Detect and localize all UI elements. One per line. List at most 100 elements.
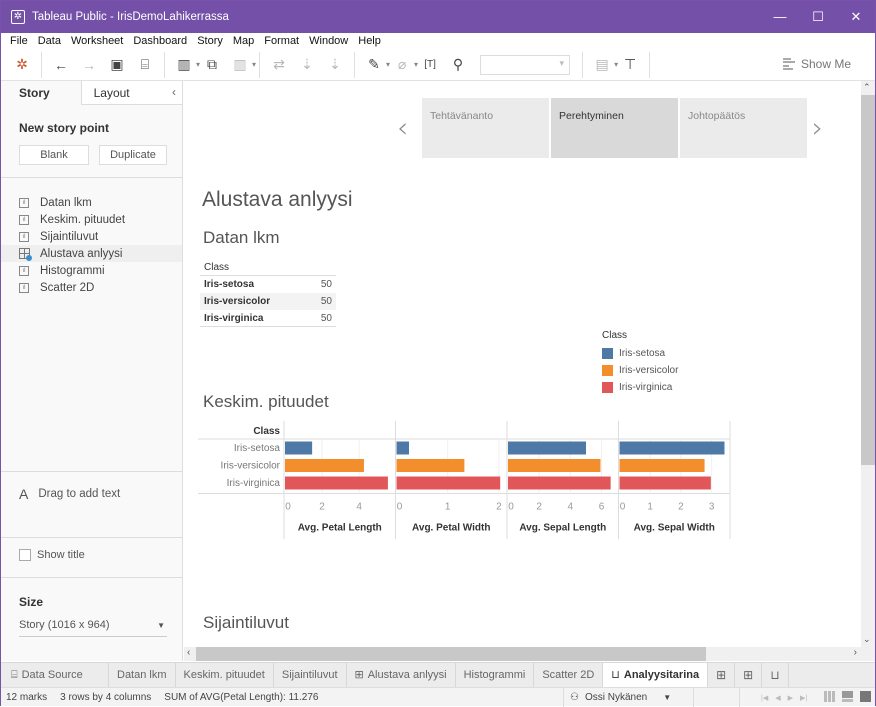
new-dashboard-tab-icon[interactable]: ⊞ <box>735 663 763 687</box>
show-me-button[interactable]: Show Me <box>782 57 851 71</box>
sheet-sorter-icon[interactable] <box>824 691 835 702</box>
tab-datan-lkm[interactable]: Datan lkm <box>109 663 176 687</box>
tab-alustava-anlyysi[interactable]: ⊞ Alustava anlyysi <box>347 663 456 687</box>
show-cards-icon[interactable]: ▤ <box>591 54 613 76</box>
menu-dashboard[interactable]: Dashboard <box>133 35 187 47</box>
show-cards-dropdown-icon[interactable]: ▾ <box>614 60 618 69</box>
size-dropdown[interactable]: Story (1016 x 964) ▼ <box>19 619 167 637</box>
story-point-johtopaatos[interactable]: Johtopäätös <box>680 98 807 158</box>
legend-title: Class <box>602 330 628 341</box>
bar-iris-setosa <box>619 441 725 455</box>
horizontal-scrollbar[interactable]: ‹ › <box>184 647 875 661</box>
group-members-icon[interactable]: ⌀ <box>391 54 413 76</box>
checkbox-icon[interactable] <box>19 549 31 561</box>
scroll-up-icon[interactable]: ⌃ <box>863 82 871 93</box>
user-icon: ⚇ <box>570 692 579 703</box>
clear-sheet-dropdown-icon[interactable]: ▾ <box>252 60 256 69</box>
collapse-sidebar-icon[interactable]: ‹ <box>172 85 176 99</box>
highlight-dropdown-icon[interactable]: ▾ <box>386 60 390 69</box>
chevron-down-icon: ▼ <box>663 693 672 702</box>
sheet-item[interactable]: ıl Histogrammi <box>1 262 182 279</box>
tableau-home-icon[interactable]: ✲ <box>11 54 33 76</box>
new-worksheet-icon[interactable]: ▥ <box>173 54 195 76</box>
fix-axes-pin-icon[interactable]: ⚲ <box>447 54 469 76</box>
sheet-item[interactable]: Alustava anlyysi <box>1 245 182 262</box>
scroll-left-icon[interactable]: ‹ <box>187 647 190 658</box>
sheet-item[interactable]: ıl Sijaintiluvut <box>1 228 182 245</box>
sheet-list: ıl Datan lkm ıl Keskim. pituudet ıl Sijaint… <box>1 178 182 296</box>
previous-story-point-icon[interactable]: ‹ <box>397 111 408 144</box>
duplicate-sheet-icon[interactable]: ⧉ <box>201 54 223 76</box>
fit-dropdown[interactable] <box>480 54 571 75</box>
vertical-scrollbar[interactable]: ⌃ ⌄ <box>861 81 875 647</box>
sheet-item[interactable]: ıl Datan lkm <box>1 194 182 211</box>
tab-scatter-2d[interactable]: Scatter 2D <box>534 663 604 687</box>
tabs-view-icon[interactable] <box>860 691 871 702</box>
sheet-item[interactable]: ıl Keskim. pituudet <box>1 211 182 228</box>
menu-data[interactable]: Data <box>38 35 61 47</box>
clear-sheet-icon[interactable]: ▥ <box>229 54 251 76</box>
previous-sheet-icon[interactable]: ◀ <box>775 694 780 702</box>
menu-file[interactable]: File <box>10 35 28 47</box>
legend-item[interactable]: Iris-virginica <box>602 379 678 396</box>
menu-help[interactable]: Help <box>358 35 381 47</box>
tab-story[interactable]: Story <box>1 81 81 105</box>
filmstrip-icon[interactable] <box>842 691 853 702</box>
group-dropdown-icon[interactable]: ▾ <box>414 60 418 69</box>
swap-rows-columns-icon[interactable]: ⇄ <box>268 54 290 76</box>
sheet-tabs-bar: ⌸ Data Source Datan lkm Keskim. pituudet … <box>1 662 875 687</box>
show-mark-labels-icon[interactable]: [T] <box>419 54 441 76</box>
toolbar-separator <box>582 51 584 78</box>
tab-sijaintiluvut[interactable]: Sijaintiluvut <box>274 663 347 687</box>
avg-lengths-svg: Class Iris-setosa Iris-versicolor Iris-virg… <box>198 421 731 539</box>
sheet-item[interactable]: ıl Scatter 2D <box>1 279 182 296</box>
story-point-tehtavananto[interactable]: Tehtävänanto <box>422 98 549 158</box>
scroll-down-icon[interactable]: ⌄ <box>863 634 871 645</box>
next-story-point-icon[interactable]: › <box>812 111 823 144</box>
status-sum: SUM of AVG(Petal Length): 11.276 <box>164 691 319 703</box>
menu-worksheet[interactable]: Worksheet <box>71 35 123 47</box>
new-data-source-icon[interactable]: ⌸ <box>134 54 156 76</box>
tab-analyysitarina[interactable]: ⊔ Analyysitarina <box>603 663 709 687</box>
tick-label: 2 <box>496 502 502 513</box>
scroll-right-icon[interactable]: › <box>854 647 857 658</box>
last-sheet-icon[interactable]: ▶| <box>800 694 807 702</box>
horizontal-scroll-thumb[interactable] <box>196 647 706 661</box>
new-worksheet-tab-icon[interactable]: ⊞ <box>708 663 736 687</box>
menu-window[interactable]: Window <box>309 35 348 47</box>
toolbar-separator <box>649 51 651 78</box>
next-sheet-icon[interactable]: ▶ <box>788 694 793 702</box>
save-icon[interactable]: ▣ <box>106 54 128 76</box>
tab-keskim-pituudet[interactable]: Keskim. pituudet <box>176 663 274 687</box>
sort-descending-icon[interactable]: ⇣ <box>324 54 346 76</box>
menu-story[interactable]: Story <box>197 35 223 47</box>
tick-label: 4 <box>568 502 574 513</box>
tab-data-source[interactable]: ⌸ Data Source <box>1 663 109 687</box>
duplicate-button[interactable]: Duplicate <box>99 145 167 165</box>
first-sheet-icon[interactable]: |◀ <box>761 694 768 702</box>
axis-title: Avg. Sepal Width <box>634 523 715 534</box>
tab-histogrammi[interactable]: Histogrammi <box>456 663 535 687</box>
highlight-icon[interactable]: ✎ <box>363 54 385 76</box>
maximize-button[interactable]: ☐ <box>799 1 837 33</box>
undo-icon[interactable]: ← <box>50 54 72 76</box>
drag-text-item[interactable]: A Drag to add text <box>19 486 120 502</box>
show-title-checkbox[interactable]: Show title <box>19 549 85 561</box>
new-worksheet-dropdown-icon[interactable]: ▾ <box>196 60 200 69</box>
legend-item[interactable]: Iris-setosa <box>602 345 678 362</box>
sort-ascending-icon[interactable]: ⇣ <box>296 54 318 76</box>
menu-format[interactable]: Format <box>264 35 299 47</box>
user-menu[interactable]: ⚇ Ossi Nykänen ▼ <box>563 688 693 707</box>
tick-label: 1 <box>445 502 451 513</box>
presentation-mode-icon[interactable]: ⊤ <box>619 54 641 76</box>
new-story-tab-icon[interactable]: ⊔ <box>762 663 789 687</box>
menu-map[interactable]: Map <box>233 35 254 47</box>
minimize-button[interactable]: — <box>761 1 799 33</box>
story-point-perehtyminen[interactable]: Perehtyminen <box>551 98 678 158</box>
vertical-scroll-thumb[interactable] <box>861 95 875 465</box>
redo-icon[interactable]: → <box>78 54 100 76</box>
legend-item[interactable]: Iris-versicolor <box>602 362 678 379</box>
blank-button[interactable]: Blank <box>19 145 89 165</box>
tab-layout[interactable]: Layout <box>80 81 182 105</box>
close-button[interactable]: ✕ <box>837 1 875 33</box>
